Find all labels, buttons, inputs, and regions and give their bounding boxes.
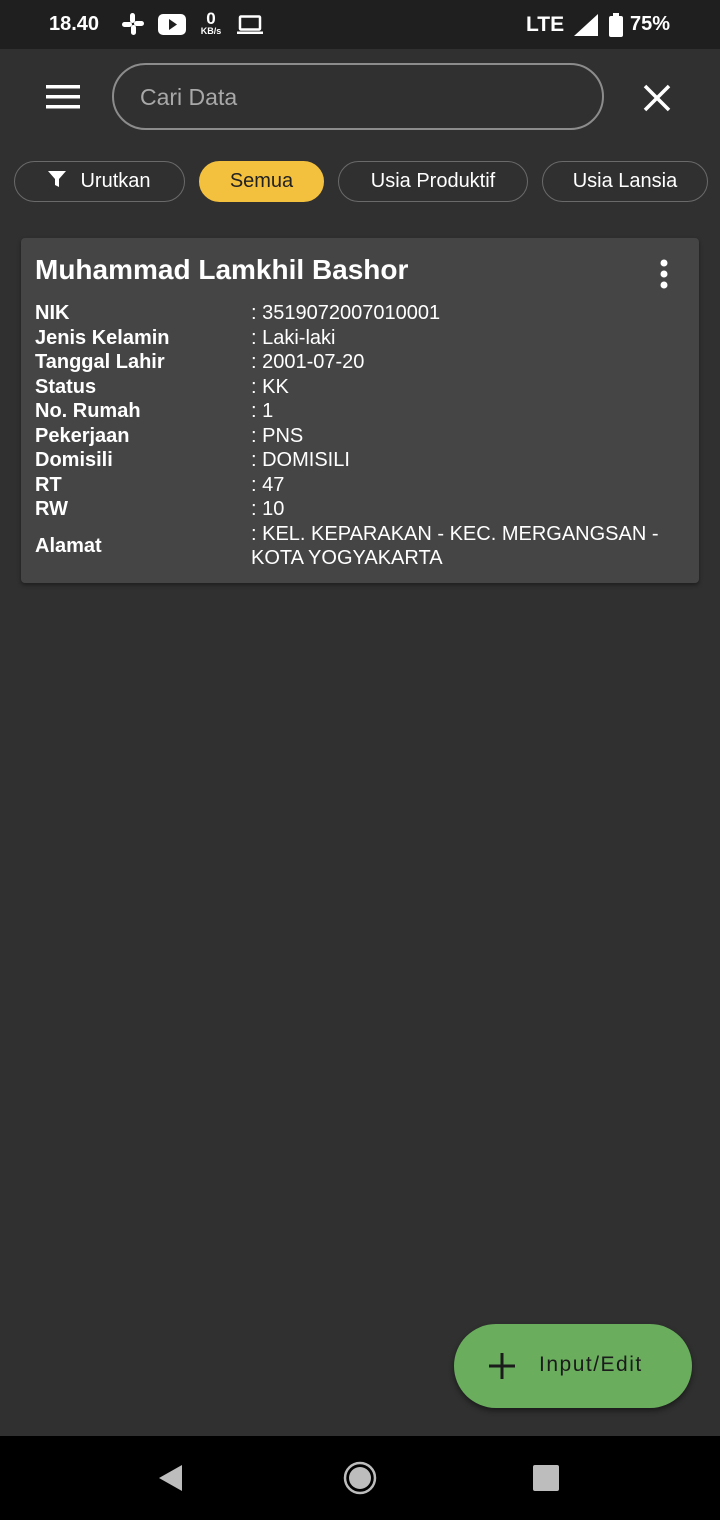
field-label: RT: [35, 473, 62, 496]
field-label: NIK: [35, 302, 70, 324]
chip-semua[interactable]: Semua: [199, 161, 324, 202]
field-label: Alamat: [35, 534, 102, 557]
home-icon: [343, 1461, 377, 1495]
chip-usia-lansia[interactable]: Usia Lansia: [542, 161, 708, 202]
chip-usia-produktif[interactable]: Usia Produktif: [338, 161, 528, 202]
more-vert-icon: [660, 259, 668, 289]
sort-chip-label: Urutkan: [80, 170, 151, 192]
resident-name: Muhammad Lamkhil Bashor: [35, 254, 409, 285]
field-label: No. Rumah: [35, 400, 141, 422]
youtube-icon: [158, 14, 186, 40]
field-value: : 3519072007010001: [251, 302, 441, 324]
network-type: LTE: [526, 13, 565, 36]
chip-label: Usia Produktif: [370, 170, 496, 192]
more-options-button[interactable]: [654, 258, 674, 290]
field-label: Jenis Kelamin: [35, 326, 170, 349]
status-bar: 18.40 0 KB/s LTE 75%: [0, 0, 720, 49]
field-value: : 2001-07-20: [251, 351, 365, 373]
data-speed-value: 0: [206, 9, 216, 28]
field-value: : Laki-laki: [251, 326, 336, 349]
menu-button[interactable]: [46, 85, 80, 109]
chip-label: Usia Lansia: [572, 170, 678, 192]
recents-icon: [533, 1465, 559, 1491]
battery-percentage: 75%: [630, 13, 671, 35]
field-value: : 10: [251, 498, 285, 520]
field-value: : KK: [251, 375, 289, 398]
field-label: Domisili: [35, 449, 113, 471]
resident-card[interactable]: Muhammad Lamkhil Bashor NIK : 3519072007…: [21, 238, 699, 583]
field-value: : 47: [251, 473, 285, 496]
chip-label: Semua: [229, 170, 294, 192]
data-speed-indicator: 0 KB/s: [196, 10, 226, 36]
search-box[interactable]: [112, 63, 604, 130]
laptop-icon: [236, 15, 264, 40]
field-value: : DOMISILI: [251, 449, 350, 471]
field-label: Status: [35, 375, 97, 398]
hamburger-menu-icon: [46, 85, 80, 109]
navigation-bar: [0, 1436, 720, 1520]
filter-icon: [48, 170, 67, 194]
battery-icon: [609, 13, 623, 42]
add-icon: [489, 1353, 515, 1379]
back-icon: [159, 1465, 182, 1491]
status-time: 18.40: [49, 13, 100, 35]
close-icon: [643, 84, 671, 112]
field-label: Pekerjaan: [35, 424, 130, 447]
fab-label: Input/Edit: [539, 1353, 643, 1376]
recents-button[interactable]: [533, 1465, 559, 1496]
field-value: : 1: [251, 400, 274, 422]
field-value: : KEL. KEPARAKAN - KEC. MERGANGSAN - KOT…: [251, 522, 659, 570]
clear-search-button[interactable]: [640, 81, 674, 115]
input-edit-button[interactable]: Input/Edit: [454, 1324, 692, 1408]
field-value: : PNS: [251, 424, 304, 447]
signal-icon: [574, 14, 598, 41]
data-speed-unit: KB/s: [200, 26, 222, 36]
home-button[interactable]: [343, 1461, 377, 1500]
field-label: RW: [35, 498, 68, 520]
back-button[interactable]: [158, 1464, 184, 1497]
search-input[interactable]: [138, 65, 582, 130]
slack-icon: [121, 12, 145, 41]
sort-chip[interactable]: Urutkan: [14, 161, 185, 202]
filter-chips: Urutkan Semua Usia Produktif Usia Lansia: [0, 160, 720, 204]
field-label: Tanggal Lahir: [35, 351, 165, 373]
